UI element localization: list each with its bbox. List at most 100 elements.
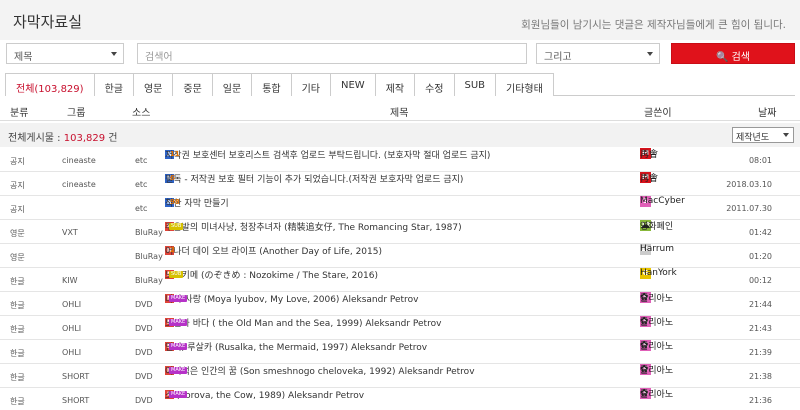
- table-row[interactable]: 영문 BluRay N 어나더 데이 오브 라이프 (Another Day of L…: [0, 243, 800, 268]
- row-category: 한글: [10, 349, 25, 358]
- author-name: HanYork: [640, 268, 677, 278]
- row-tag: MAKE: [169, 390, 188, 398]
- row-title-link[interactable]: 저작권 보호센터 보호리스트 검색후 업로드 부탁드립니다. (보호자막 절대 …: [165, 148, 490, 161]
- row-date: 00:12: [748, 276, 772, 285]
- table-header: 분류 그룹 소스 제목 글쓴이 날짜: [0, 99, 800, 121]
- tab-5[interactable]: 통합: [251, 73, 292, 96]
- row-source: etc: [135, 204, 148, 213]
- tab-1[interactable]: 한글: [93, 73, 134, 96]
- comment-count: 98: [170, 198, 180, 206]
- row-title-link[interactable]: 어리석은 인간의 꿈 (Son smeshnogo cheloveka, 199…: [165, 364, 475, 377]
- row-source: BluRay: [135, 252, 163, 261]
- table-row[interactable]: 한글SHORTDVDN소 (Korova, the Cow, 1989) Ale…: [0, 387, 800, 410]
- title-bar: 자막자료실 회원님들이 남기시는 댓글은 제작자님들에게 큰 힘이 됩니다.: [0, 0, 800, 40]
- author-name: 줄리아노: [640, 389, 674, 400]
- row-category: 한글: [10, 277, 25, 286]
- row-source: DVD: [135, 300, 153, 309]
- table-row[interactable]: 공지 cineaste etc N 필독 - 저작권 보호 필터 기능이 추가 되었습니…: [0, 171, 800, 196]
- total-bar: 전체게시물 : 103,829 건 제작년도: [0, 123, 800, 147]
- tab-8[interactable]: 제작: [374, 73, 416, 96]
- row-date: 2018.03.10: [726, 180, 772, 189]
- tab-7[interactable]: NEW: [330, 73, 376, 96]
- search-row: 제목 검색어 그리고 🔍 검색: [0, 40, 800, 70]
- tab-11[interactable]: 기타형태: [495, 73, 554, 96]
- author-name: 再會: [640, 173, 659, 184]
- search-input[interactable]: 검색어: [137, 43, 527, 64]
- row-group: cineaste: [62, 156, 96, 165]
- chevron-down-icon: [783, 133, 789, 137]
- chevron-down-icon: [647, 52, 653, 56]
- tab-0[interactable]: 전체(103,829): [5, 73, 95, 96]
- row-source: etc: [135, 180, 148, 189]
- row-source: DVD: [135, 372, 153, 381]
- row-title-link[interactable]: 소 (Korova, the Cow, 1989) Aleksandr Petr…: [165, 388, 364, 401]
- row-title-link[interactable]: 노조키메 (のぞきめ : Nozokime / The Stare, 2016): [165, 268, 378, 281]
- tab-6[interactable]: 기타: [290, 73, 331, 96]
- row-title-link[interactable]: 어나더 데이 오브 라이프 (Another Day of Life, 2015…: [165, 244, 382, 257]
- row-date: 21:36: [748, 396, 772, 405]
- row-category: 공지: [10, 157, 25, 166]
- row-group: cineaste: [62, 180, 96, 189]
- row-tag: SUB: [169, 270, 184, 278]
- header-group: 그룹: [67, 108, 86, 119]
- row-category: 영문: [10, 229, 25, 238]
- table-row[interactable]: 공지 cineaste etc N 저작권 보호센터 보호리스트 검색후 업로드 부탁드…: [0, 147, 800, 172]
- header-title: 제목: [390, 108, 409, 119]
- row-tag: MAKE: [169, 366, 188, 374]
- row-date: 08:01: [748, 156, 772, 165]
- page-title: 자막자료실: [13, 13, 83, 31]
- tab-4[interactable]: 일문: [211, 73, 253, 96]
- tab-10[interactable]: SUB: [453, 73, 497, 96]
- tab-2[interactable]: 영문: [132, 73, 174, 96]
- table-row[interactable]: 한글OHLIDVDN인어, 루살카 (Rusalka, the Mermaid,…: [0, 339, 800, 364]
- row-category: 공지: [10, 181, 25, 190]
- row-date: 21:39: [748, 348, 772, 357]
- search-icon: 🔍: [715, 52, 729, 63]
- search-operator-label: 그리고: [544, 52, 572, 63]
- table-row[interactable]: 한글OHLIDVDN나의 사랑 (Moya lyubov, My Love, 2…: [0, 291, 800, 316]
- tab-3[interactable]: 중문: [172, 73, 213, 96]
- row-source: DVD: [135, 324, 153, 333]
- sort-label: 제작년도: [736, 133, 770, 143]
- search-button-label: 검색: [731, 52, 751, 63]
- row-title-link[interactable]: 주윤발의 미녀사냥, 청장추녀자 (精裝追女仔, The Romancing S…: [165, 220, 462, 233]
- row-tag: MAKE: [169, 318, 188, 326]
- row-tag: SUB: [169, 222, 184, 230]
- category-tabs: 전체(103,829) 한글 영문 중문 일문 통합 기타 NEW 제작 수정 SUB 기타형태: [5, 73, 795, 96]
- author-name: 줄리아노: [640, 365, 674, 376]
- row-tag: MAKE: [169, 294, 188, 302]
- total-count: 103,829: [63, 133, 106, 144]
- row-title-link[interactable]: 필독 - 저작권 보호 필터 기능이 추가 되었습니다.(저작권 보호자막 업로…: [165, 172, 463, 185]
- row-tag: MAKE: [169, 342, 188, 350]
- table-row[interactable]: 한글OHLIDVDN노인과 바다 ( the Old Man and the S…: [0, 315, 800, 340]
- search-field-label: 제목: [14, 52, 33, 63]
- row-group: OHLI: [62, 348, 82, 357]
- row-category: 한글: [10, 397, 25, 406]
- tab-9[interactable]: 수정: [414, 73, 455, 96]
- row-category: 한글: [10, 325, 25, 334]
- chevron-down-icon: [111, 52, 117, 56]
- row-source: BluRay: [135, 276, 163, 285]
- row-source: etc: [135, 156, 148, 165]
- author-name: 영화폐인: [640, 221, 674, 232]
- author-name: 줄리아노: [640, 341, 674, 352]
- table-row[interactable]: 한글KIWBluRayN노조키메 (のぞきめ : Nozokime / The …: [0, 267, 800, 292]
- row-title-link[interactable]: 나의 사랑 (Moya lyubov, My Love, 2006) Aleks…: [165, 292, 418, 305]
- sort-select[interactable]: 제작년도: [732, 127, 794, 143]
- header-author: 글쓴이: [644, 108, 672, 119]
- search-field-select[interactable]: 제목: [6, 43, 124, 64]
- row-title-link[interactable]: 노인과 바다 ( the Old Man and the Sea, 1999) …: [165, 316, 441, 329]
- header-category: 분류: [10, 108, 29, 119]
- row-title-link[interactable]: 인어, 루살카 (Rusalka, the Mermaid, 1997) Ale…: [165, 340, 427, 353]
- table-row[interactable]: 한글SHORTDVDN어리석은 인간의 꿈 (Son smeshnogo che…: [0, 363, 800, 388]
- search-button[interactable]: 🔍 검색: [671, 43, 795, 64]
- comment-count: 2: [170, 246, 175, 254]
- row-date: 01:20: [748, 252, 772, 261]
- table-row[interactable]: 영문VXTBluRayN주윤발의 미녀사냥, 청장추녀자 (精裝追女仔, The…: [0, 219, 800, 244]
- row-category: 공지: [10, 205, 25, 214]
- comment-count: 6: [170, 174, 175, 182]
- row-date: 01:42: [748, 228, 772, 237]
- search-operator-select[interactable]: 그리고: [536, 43, 660, 64]
- table-row[interactable]: 공지 etc N 착한 자막 만들기 98 S MacCyber 2011.07.30: [0, 195, 800, 220]
- row-date: 2011.07.30: [726, 204, 772, 213]
